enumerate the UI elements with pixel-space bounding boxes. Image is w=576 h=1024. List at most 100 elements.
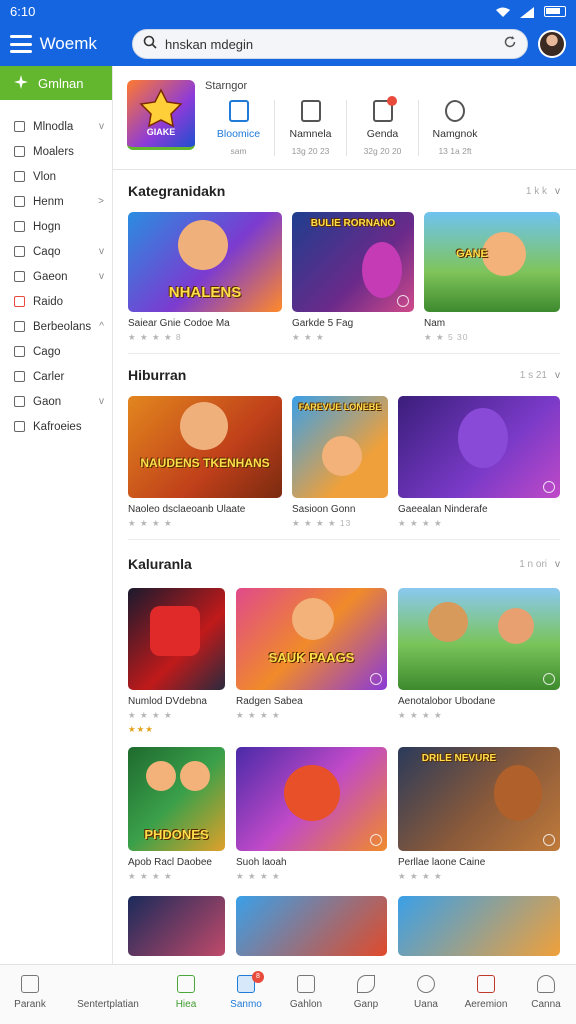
game-rating: ★ ★ ★ ★ bbox=[128, 871, 173, 881]
category-icon bbox=[14, 121, 25, 132]
featured-art-label: GIAKE bbox=[146, 127, 176, 137]
game-card[interactable]: GANE Nam ★ ★ 5 30 bbox=[424, 212, 560, 343]
game-card[interactable]: SAUK PAAGS Radgen Sabea ★ ★ ★ ★ bbox=[236, 588, 387, 735]
tab-genda[interactable]: Genda 32g 20 20 bbox=[347, 96, 419, 156]
category-icon bbox=[14, 296, 25, 307]
pen-icon bbox=[417, 975, 435, 993]
refresh-icon[interactable] bbox=[503, 35, 517, 54]
game-title: Numlod DVdebna bbox=[128, 696, 207, 707]
game-title: Radgen Sabea bbox=[236, 696, 303, 707]
game-card[interactable]: Aenotalobor Ubodane ★ ★ ★ ★ bbox=[398, 588, 560, 735]
game-art: DRILE NEVURE bbox=[398, 747, 560, 851]
category-icon bbox=[14, 221, 25, 232]
sidebar: Gmlnan Mlnodla v Moalers Vlon Henm > Hogn … bbox=[0, 66, 113, 964]
document-icon bbox=[228, 100, 249, 122]
game-title: Saiear Gnie Codoe Ma bbox=[128, 318, 230, 329]
house-icon bbox=[177, 975, 195, 993]
tab-namnela[interactable]: Namnela 13g 20 23 bbox=[275, 100, 347, 156]
game-card[interactable]: Numlod DVdebna ★ ★ ★ ★ ★★★ bbox=[128, 588, 225, 735]
nav-item-canna[interactable]: Canna bbox=[516, 965, 576, 1024]
game-art: GANE bbox=[424, 212, 560, 312]
game-rating: ★ ★ ★ bbox=[292, 332, 325, 342]
game-art[interactable] bbox=[398, 896, 560, 956]
sidebar-item[interactable]: Vlon bbox=[0, 164, 112, 189]
game-art[interactable] bbox=[128, 896, 225, 956]
game-title: Garkde 5 Fag bbox=[292, 318, 354, 329]
nav-item-hiea[interactable]: Hiea bbox=[156, 965, 216, 1024]
game-card[interactable]: NHALENS Saiear Gnie Codoe Ma ★ ★ ★ ★ 8 bbox=[128, 212, 282, 343]
sidebar-item[interactable]: Cago bbox=[0, 339, 112, 364]
game-rating: ★ ★ ★ ★ bbox=[236, 871, 281, 881]
game-card[interactable]: PHDONES Apob Racl Daobee ★ ★ ★ ★ bbox=[128, 747, 225, 882]
sidebar-item[interactable]: Caqo v bbox=[0, 239, 112, 264]
sidebar-item[interactable]: Henm > bbox=[0, 189, 112, 214]
sidebar-item[interactable]: Carler bbox=[0, 364, 112, 389]
person-icon bbox=[537, 975, 555, 993]
category-icon bbox=[14, 246, 25, 257]
battery-icon bbox=[544, 5, 566, 17]
search-input[interactable] bbox=[164, 36, 504, 52]
sidebar-item[interactable]: Mlnodla v bbox=[0, 114, 112, 139]
section-kaluranla: Kaluranla 1 n ori v Numlod DVdebna ★ ★ ★… bbox=[113, 540, 576, 956]
game-card[interactable]: Suoh laoah ★ ★ ★ ★ bbox=[236, 747, 387, 882]
status-time: 6:10 bbox=[10, 3, 36, 19]
avatar[interactable] bbox=[538, 30, 566, 58]
chevron-down-icon[interactable]: v bbox=[555, 370, 560, 381]
game-art: FAREVUE LONEBE bbox=[292, 396, 388, 498]
category-icon bbox=[14, 396, 25, 407]
page-icon bbox=[300, 100, 321, 122]
nav-item-sentertplatian[interactable]: Sentertplatian bbox=[60, 965, 156, 1024]
game-title: Perllae laone Caine bbox=[398, 857, 486, 868]
game-rating: ★ ★ ★ ★ bbox=[398, 710, 443, 720]
tab-bloomice[interactable]: Bloomice sam bbox=[203, 100, 275, 156]
signal-icon bbox=[520, 6, 534, 18]
nav-item-ganp[interactable]: Ganp bbox=[336, 965, 396, 1024]
category-icon bbox=[14, 321, 25, 332]
game-card[interactable]: FAREVUE LONEBE Sasioon Gonn ★ ★ ★ ★ 13 bbox=[292, 396, 388, 529]
sidebar-item-active[interactable]: Gmlnan bbox=[0, 66, 112, 100]
game-art bbox=[128, 588, 225, 690]
play-icon bbox=[543, 673, 555, 685]
category-icon bbox=[14, 171, 25, 182]
game-rating: ★ ★ ★ ★ 8 bbox=[128, 332, 182, 342]
featured-game-art[interactable]: GIAKE bbox=[127, 80, 195, 150]
section-title: Hiburran bbox=[128, 367, 187, 383]
game-art: NAUDENS TKENHANS bbox=[128, 396, 282, 498]
game-card[interactable]: Gaeealan Ninderafe ★ ★ ★ ★ bbox=[398, 396, 560, 529]
section-more[interactable]: 1 n ori bbox=[519, 559, 547, 570]
status-bar: 6:10 bbox=[0, 0, 576, 22]
game-art[interactable] bbox=[236, 896, 387, 956]
game-title: Suoh laoah bbox=[236, 857, 287, 868]
nav-item-uana[interactable]: Uana bbox=[396, 965, 456, 1024]
game-rating: ★ ★ 5 30 bbox=[424, 332, 469, 342]
menu-icon[interactable] bbox=[10, 35, 32, 53]
sidebar-item[interactable]: Gaeon v bbox=[0, 264, 112, 289]
sidebar-item[interactable]: Moalers bbox=[0, 139, 112, 164]
nav-item-parank[interactable]: Parank bbox=[0, 965, 60, 1024]
inbox-icon bbox=[372, 96, 397, 122]
game-card[interactable]: NAUDENS TKENHANS Naoleo dsclaeoanb Ulaat… bbox=[128, 396, 282, 529]
game-card[interactable]: DRILE NEVURE Perllae laone Caine ★ ★ ★ ★ bbox=[398, 747, 560, 882]
sidebar-item[interactable]: Raido bbox=[0, 289, 112, 314]
chevron-down-icon[interactable]: v bbox=[555, 559, 560, 570]
sidebar-item[interactable]: Gaon v bbox=[0, 389, 112, 414]
nav-item-aeremion[interactable]: Aeremion bbox=[456, 965, 516, 1024]
game-card[interactable]: BULIE RORNANO Garkde 5 Fag ★ ★ ★ bbox=[292, 212, 414, 343]
sidebar-item[interactable]: Berbeolans ^ bbox=[0, 314, 112, 339]
leaf-icon bbox=[357, 975, 375, 993]
nav-item-gahlon[interactable]: Gahlon bbox=[276, 965, 336, 1024]
game-art: BULIE RORNANO bbox=[292, 212, 414, 312]
person-icon bbox=[445, 100, 465, 122]
section-more[interactable]: 1 s 21 bbox=[520, 370, 547, 381]
main-content: GIAKE Starngor Bloomice sam Namnela 13g … bbox=[113, 66, 576, 964]
search-bar[interactable] bbox=[131, 29, 529, 59]
tab-namgnok[interactable]: Namgnok 13 1a 2ft bbox=[419, 100, 491, 156]
section-more[interactable]: 1 k k bbox=[526, 186, 547, 197]
sidebar-item[interactable]: Hogn bbox=[0, 214, 112, 239]
notification-badge bbox=[386, 96, 397, 106]
game-rating-gold: ★★★ bbox=[128, 724, 154, 734]
sidebar-item[interactable]: Kafroeies bbox=[0, 414, 112, 439]
category-icon bbox=[14, 421, 25, 432]
nav-item-sanmo[interactable]: 8 Sanmo bbox=[216, 965, 276, 1024]
chevron-down-icon[interactable]: v bbox=[555, 186, 560, 197]
